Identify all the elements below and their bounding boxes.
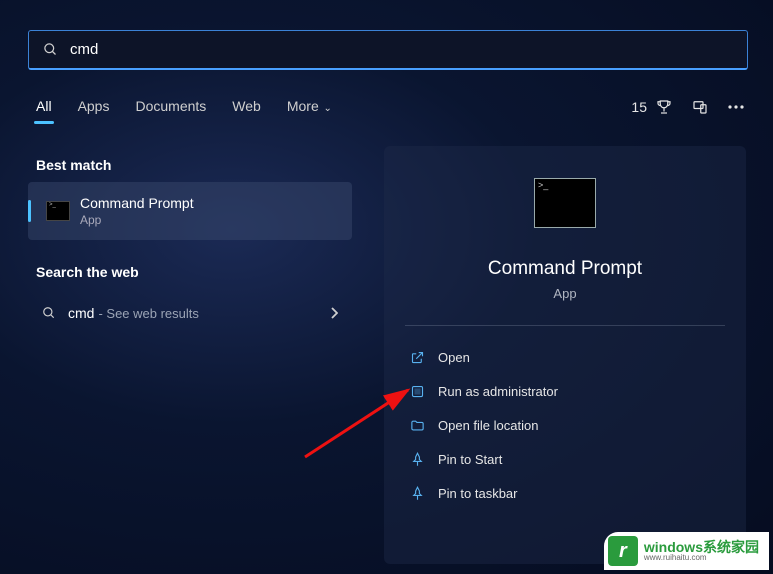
filter-tabs: All Apps Documents Web More ⌄ — [36, 98, 332, 120]
watermark-logo-icon: r — [608, 536, 638, 566]
search-web-heading: Search the web — [36, 264, 139, 280]
pin-icon — [406, 452, 428, 467]
pin-icon — [406, 486, 428, 501]
preview-title: Command Prompt — [488, 258, 642, 280]
tab-all[interactable]: All — [36, 98, 52, 120]
toolbar-right: 15 — [631, 98, 745, 116]
link-phone-icon[interactable] — [691, 98, 709, 116]
more-options-icon[interactable] — [727, 98, 745, 116]
action-label: Pin to Start — [438, 452, 502, 467]
result-subtitle: App — [80, 213, 194, 227]
action-run-administrator[interactable]: Run as administrator — [404, 374, 726, 408]
search-input[interactable] — [70, 41, 733, 58]
web-term: cmd — [68, 305, 94, 321]
chevron-right-icon — [330, 307, 338, 319]
folder-icon — [406, 418, 428, 433]
shield-icon — [406, 384, 428, 399]
action-label: Run as administrator — [438, 384, 558, 399]
preview-pane: Command Prompt App Open Run as administr… — [384, 146, 746, 564]
web-result-row[interactable]: cmd - See web results — [28, 292, 352, 334]
rewards-count: 15 — [631, 99, 647, 115]
tab-apps[interactable]: Apps — [78, 98, 110, 120]
watermark-url: www.ruihaitu.com — [644, 554, 759, 562]
search-icon — [43, 42, 58, 57]
result-title: Command Prompt — [80, 195, 194, 211]
action-open-file-location[interactable]: Open file location — [404, 408, 726, 442]
watermark-title: windows系统家园 — [644, 540, 759, 554]
action-pin-taskbar[interactable]: Pin to taskbar — [404, 476, 726, 510]
action-label: Pin to taskbar — [438, 486, 518, 501]
action-label: Open — [438, 350, 470, 365]
rewards-icon[interactable] — [655, 98, 673, 116]
action-open[interactable]: Open — [404, 340, 726, 374]
watermark: r windows系统家园 www.ruihaitu.com — [604, 532, 769, 570]
best-match-heading: Best match — [36, 157, 111, 173]
command-prompt-icon — [46, 201, 70, 221]
best-match-result[interactable]: Command Prompt App — [28, 182, 352, 240]
search-box[interactable] — [28, 30, 748, 70]
web-desc: - See web results — [98, 306, 198, 321]
chevron-down-icon: ⌄ — [321, 103, 332, 114]
action-pin-start[interactable]: Pin to Start — [404, 442, 726, 476]
command-prompt-icon — [534, 178, 596, 228]
open-icon — [406, 350, 428, 365]
tab-documents[interactable]: Documents — [135, 98, 206, 120]
action-label: Open file location — [438, 418, 538, 433]
preview-subtitle: App — [553, 286, 576, 301]
search-icon — [42, 306, 56, 320]
tab-web[interactable]: Web — [232, 98, 261, 120]
tab-more[interactable]: More ⌄ — [287, 98, 332, 120]
